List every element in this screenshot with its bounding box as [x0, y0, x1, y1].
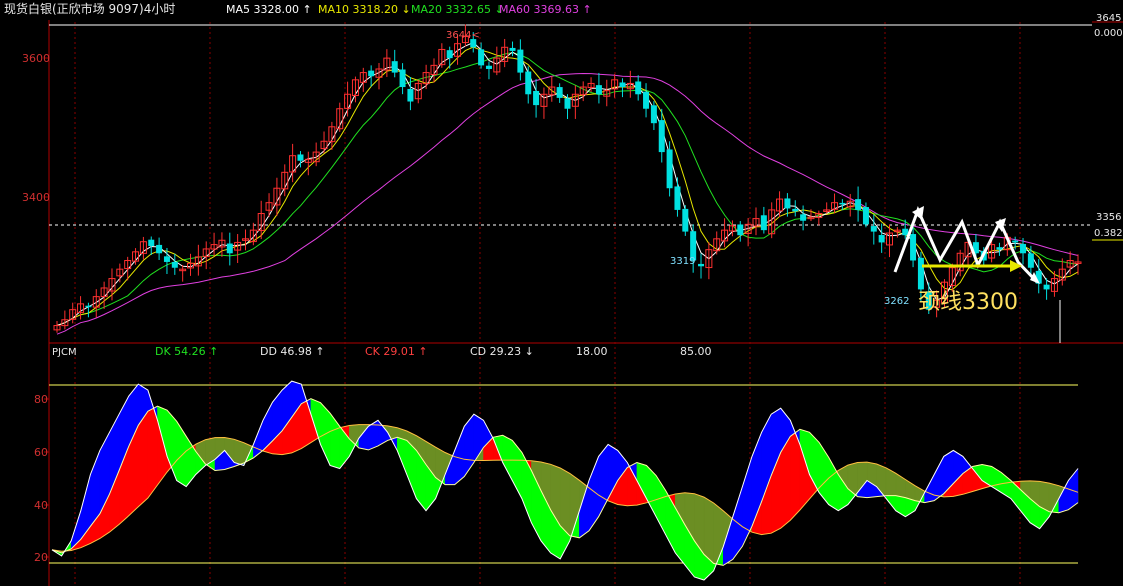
candle-body [760, 215, 767, 231]
candle-body [650, 105, 657, 124]
candle-body [171, 261, 178, 268]
candle-body [996, 247, 1003, 250]
candle-body [784, 198, 791, 209]
ind-band-seg [147, 405, 158, 499]
low-price-label-2: 3262 [884, 296, 909, 307]
candle-body [564, 98, 571, 109]
candle-body [485, 65, 492, 69]
ind-tick-40: 40 [34, 499, 48, 512]
ind-band-seg [233, 438, 245, 467]
ind-tick-60: 60 [34, 446, 48, 459]
right-label-3645: 3645 [1096, 13, 1121, 24]
candle-body [509, 47, 516, 51]
candle-body [391, 61, 398, 73]
candle-body [156, 244, 163, 254]
candle-body [635, 81, 642, 95]
price-tick-3600: 3600 [22, 52, 50, 65]
candle-body [698, 263, 705, 267]
price-tick-3400: 3400 [22, 191, 50, 204]
cd-label: CD 29.23 ↓ [470, 345, 534, 358]
candle-body [1043, 284, 1050, 290]
indicator-name: PJCM [52, 347, 77, 358]
candle [682, 205, 689, 236]
candle-body [910, 234, 917, 261]
dk-label: DK 54.26 ↑ [155, 345, 218, 358]
candle-body [658, 120, 665, 153]
right-label-0: 0.000 [1094, 28, 1123, 39]
candle-body [917, 257, 924, 290]
candle-body [407, 88, 414, 102]
candle-body [800, 214, 807, 221]
candle-body [870, 226, 877, 232]
candle-body [619, 82, 626, 88]
ind-band-seg [703, 496, 714, 564]
ind-tick-80: 80 [34, 393, 48, 406]
dd-label: DD 46.98 ↑ [260, 345, 325, 358]
level-18-label: 18.00 [576, 345, 608, 358]
candle-body [737, 224, 744, 236]
ma5-label: MA5 3328.00 ↑ [226, 3, 312, 16]
candle-body [368, 70, 375, 77]
candle-body [666, 149, 673, 189]
candle-body [85, 305, 92, 308]
right-label-0382: 0.382 [1094, 228, 1123, 239]
ind-band-seg [138, 410, 149, 508]
candle-body [525, 71, 532, 95]
candle-body [839, 202, 846, 205]
candle-body [682, 208, 689, 232]
candle-body [674, 186, 681, 210]
candle-body [595, 85, 602, 95]
right-label-3356: 3356 [1096, 212, 1121, 223]
ma10-label: MA10 3318.20 ↓ [318, 3, 411, 16]
candle-body [148, 239, 155, 247]
ind-band-seg [559, 467, 571, 537]
candle-body [297, 154, 304, 161]
low-price-label-1: 3319 [670, 256, 695, 267]
candle-body [556, 87, 563, 98]
level-85-label: 85.00 [680, 345, 712, 358]
candle-body [1020, 244, 1027, 254]
candle-body [902, 228, 909, 236]
candle-body [226, 243, 233, 254]
ma60-label: MA60 3369.63 ↑ [499, 3, 592, 16]
stock-chart[interactable]: 现货白银(正欣市场 9097)4小时 MA5 3328.00 ↑ MA10 33… [0, 0, 1123, 586]
candle-body [163, 256, 170, 262]
candle-body [446, 50, 453, 59]
candle-body [478, 49, 485, 66]
ma20-label: MA20 3332.65 ↓ [411, 3, 504, 16]
ind-band-seg [790, 428, 801, 521]
candle-body [1012, 240, 1019, 243]
candle [666, 141, 673, 197]
candle-body [643, 91, 650, 109]
candle-body [862, 207, 869, 225]
candle-body [533, 90, 540, 106]
candle-body [792, 208, 799, 212]
candle-body [855, 199, 862, 210]
neckline-annotation: 颈线3300 [918, 290, 1018, 315]
ck-label: CK 29.01 ↑ [365, 345, 428, 358]
high-price-label: 3644< [446, 30, 480, 41]
candle-body [878, 235, 885, 243]
chart-title: 现货白银(正欣市场 9097)4小时 [4, 1, 175, 16]
candle-body [399, 69, 406, 88]
candle-body [517, 49, 524, 73]
ind-tick-20: 20 [34, 551, 48, 564]
candle-body [1027, 253, 1034, 268]
